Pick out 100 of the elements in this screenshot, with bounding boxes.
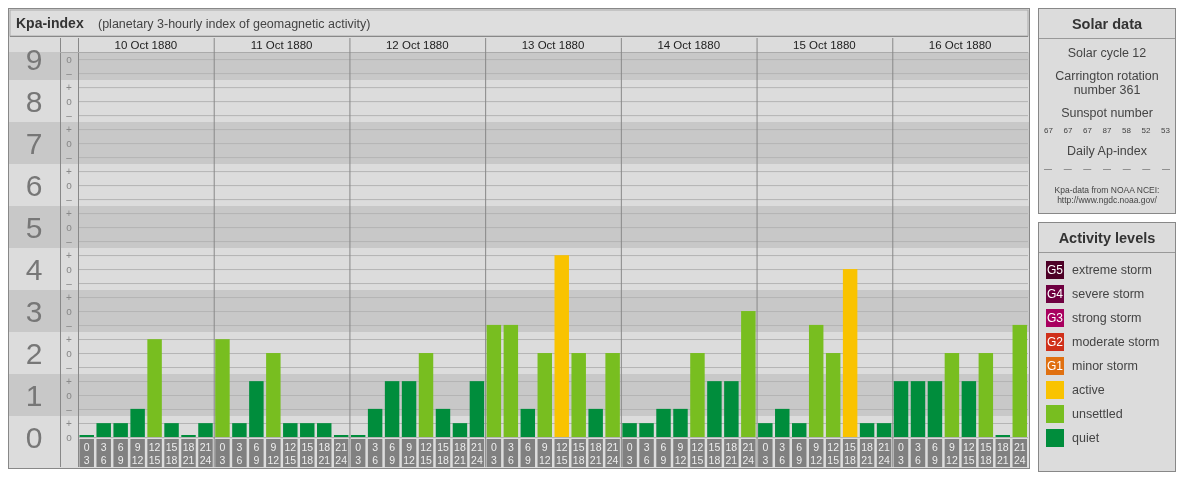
level-label: moderate storm <box>1072 335 1160 349</box>
hour-label: 6 9 <box>792 439 807 467</box>
axis-label: 8 <box>25 85 43 119</box>
level-badge: G4 <box>1046 285 1064 303</box>
x-tick-label: 6 9 <box>660 441 667 466</box>
hour-label: 9 12 <box>401 439 417 467</box>
x-tick-label: 6 9 <box>524 441 531 466</box>
tick-label: – <box>66 278 72 290</box>
tick-label: + <box>66 82 72 94</box>
hour-label: 15 18 <box>435 439 451 467</box>
date-label: 12 Oct 1880 <box>385 39 449 51</box>
hour-label: 12 15 <box>554 439 569 467</box>
axis-label: 3 <box>25 295 43 329</box>
axis-label: 4 <box>25 253 43 287</box>
sunspot-value: 52 <box>1141 126 1151 135</box>
hour-label: 15 18 <box>164 439 179 467</box>
hour-label: 21 24 <box>1012 439 1027 467</box>
axis-label: 7 <box>25 127 43 161</box>
hour-label: 12 15 <box>690 439 705 467</box>
hour-label: 9 12 <box>944 439 960 467</box>
tick-label: o <box>66 264 72 276</box>
hour-label: 6 9 <box>656 439 671 467</box>
tick-label: o <box>66 432 72 443</box>
x-tick-label: 0 3 <box>355 441 362 466</box>
level-label: severe storm <box>1072 287 1145 301</box>
hour-label: 12 15 <box>825 439 841 467</box>
tick-label: – <box>66 194 72 206</box>
ap-value: — <box>1161 164 1170 173</box>
hour-label: 12 15 <box>283 439 298 467</box>
level-label: unsettled <box>1072 407 1123 421</box>
hour-label: 0 3 <box>486 439 502 467</box>
tick-label: – <box>66 110 72 122</box>
hour-label: 6 9 <box>520 439 536 467</box>
hour-label: 21 24 <box>198 439 213 467</box>
x-tick-label: 6 9 <box>932 441 939 466</box>
hour-label: 21 24 <box>741 439 756 467</box>
x-tick-label: 0 3 <box>219 441 226 466</box>
ap-value: — <box>1102 164 1111 173</box>
source-text: Kpa-data from NOAA NCEI: <box>1054 185 1160 195</box>
tick-label: – <box>66 236 72 248</box>
level-badge: G2 <box>1046 333 1064 351</box>
tick-label: + <box>66 292 72 304</box>
sunspot-value: 53 <box>1161 126 1170 135</box>
ap-value: — <box>1063 164 1072 173</box>
x-tick-label: 3 6 <box>236 441 243 466</box>
sunspot-heading: Sunspot number <box>1061 106 1153 120</box>
x-tick-label: 6 9 <box>796 441 803 466</box>
hour-label: 12 15 <box>418 439 434 467</box>
hour-label: 18 21 <box>859 439 875 467</box>
level-label: strong storm <box>1072 311 1142 325</box>
tick-label: o <box>66 180 72 192</box>
ap-value: — <box>1044 164 1052 173</box>
sunspot-value: 67 <box>1063 126 1073 135</box>
solar-cycle-text: Solar cycle 12 <box>1067 46 1147 60</box>
panel-title: Solar data <box>1039 9 1175 39</box>
level-label: minor storm <box>1072 359 1138 373</box>
x-tick-label: 0 3 <box>490 441 497 466</box>
level-badge: G5 <box>1046 261 1064 279</box>
hour-label: 3 6 <box>910 439 926 467</box>
hour-label: 9 12 <box>808 439 824 467</box>
x-tick-label: 3 6 <box>779 441 786 466</box>
level-label: active <box>1072 383 1105 397</box>
level-badge: G1 <box>1046 357 1064 375</box>
ap-value: — <box>1122 164 1131 173</box>
axis-label: 1 <box>25 379 43 412</box>
hour-label: 18 21 <box>724 439 739 467</box>
hour-label: 0 3 <box>79 439 94 467</box>
hour-label: 15 18 <box>842 439 858 467</box>
hour-label: 15 18 <box>707 439 722 467</box>
tick-label: + <box>66 208 72 220</box>
axis-label: 5 <box>25 211 43 245</box>
hour-label: 18 21 <box>317 439 332 467</box>
hour-label: 3 6 <box>503 439 519 467</box>
sunspot-value: 67 <box>1083 126 1092 135</box>
sunspot-value: 58 <box>1122 126 1131 135</box>
hour-label: 12 15 <box>961 439 977 467</box>
tick-label: + <box>66 334 72 346</box>
axis-label: 9 <box>25 43 43 77</box>
hour-label: 9 12 <box>266 439 281 467</box>
level-label: extreme storm <box>1072 263 1152 277</box>
axis-label: 2 <box>25 337 43 371</box>
hour-label: 3 6 <box>232 439 247 467</box>
tick-label: – <box>66 404 72 415</box>
hour-label: 21 24 <box>876 439 892 467</box>
date-label: 16 Oct 1880 <box>928 39 992 51</box>
axis-label: 0 <box>25 421 43 454</box>
tick-label: + <box>66 124 72 136</box>
chart-subtitle: (planetary 3-hourly index of geomagnetic activity) <box>98 17 371 31</box>
tick-label: + <box>66 418 72 429</box>
tick-label: + <box>66 250 72 262</box>
tick-label: + <box>66 166 72 178</box>
tick-label: – <box>66 68 72 80</box>
hour-label: 3 6 <box>367 439 383 467</box>
hour-label: 0 3 <box>622 439 637 467</box>
ap-value: — <box>1083 164 1092 173</box>
date-label: 11 Oct 1880 <box>250 39 313 51</box>
date-label: 13 Oct 1880 <box>521 39 585 51</box>
hour-label: 15 18 <box>978 439 994 467</box>
x-tick-label: 0 3 <box>898 441 905 466</box>
hour-label: 0 3 <box>215 439 230 467</box>
